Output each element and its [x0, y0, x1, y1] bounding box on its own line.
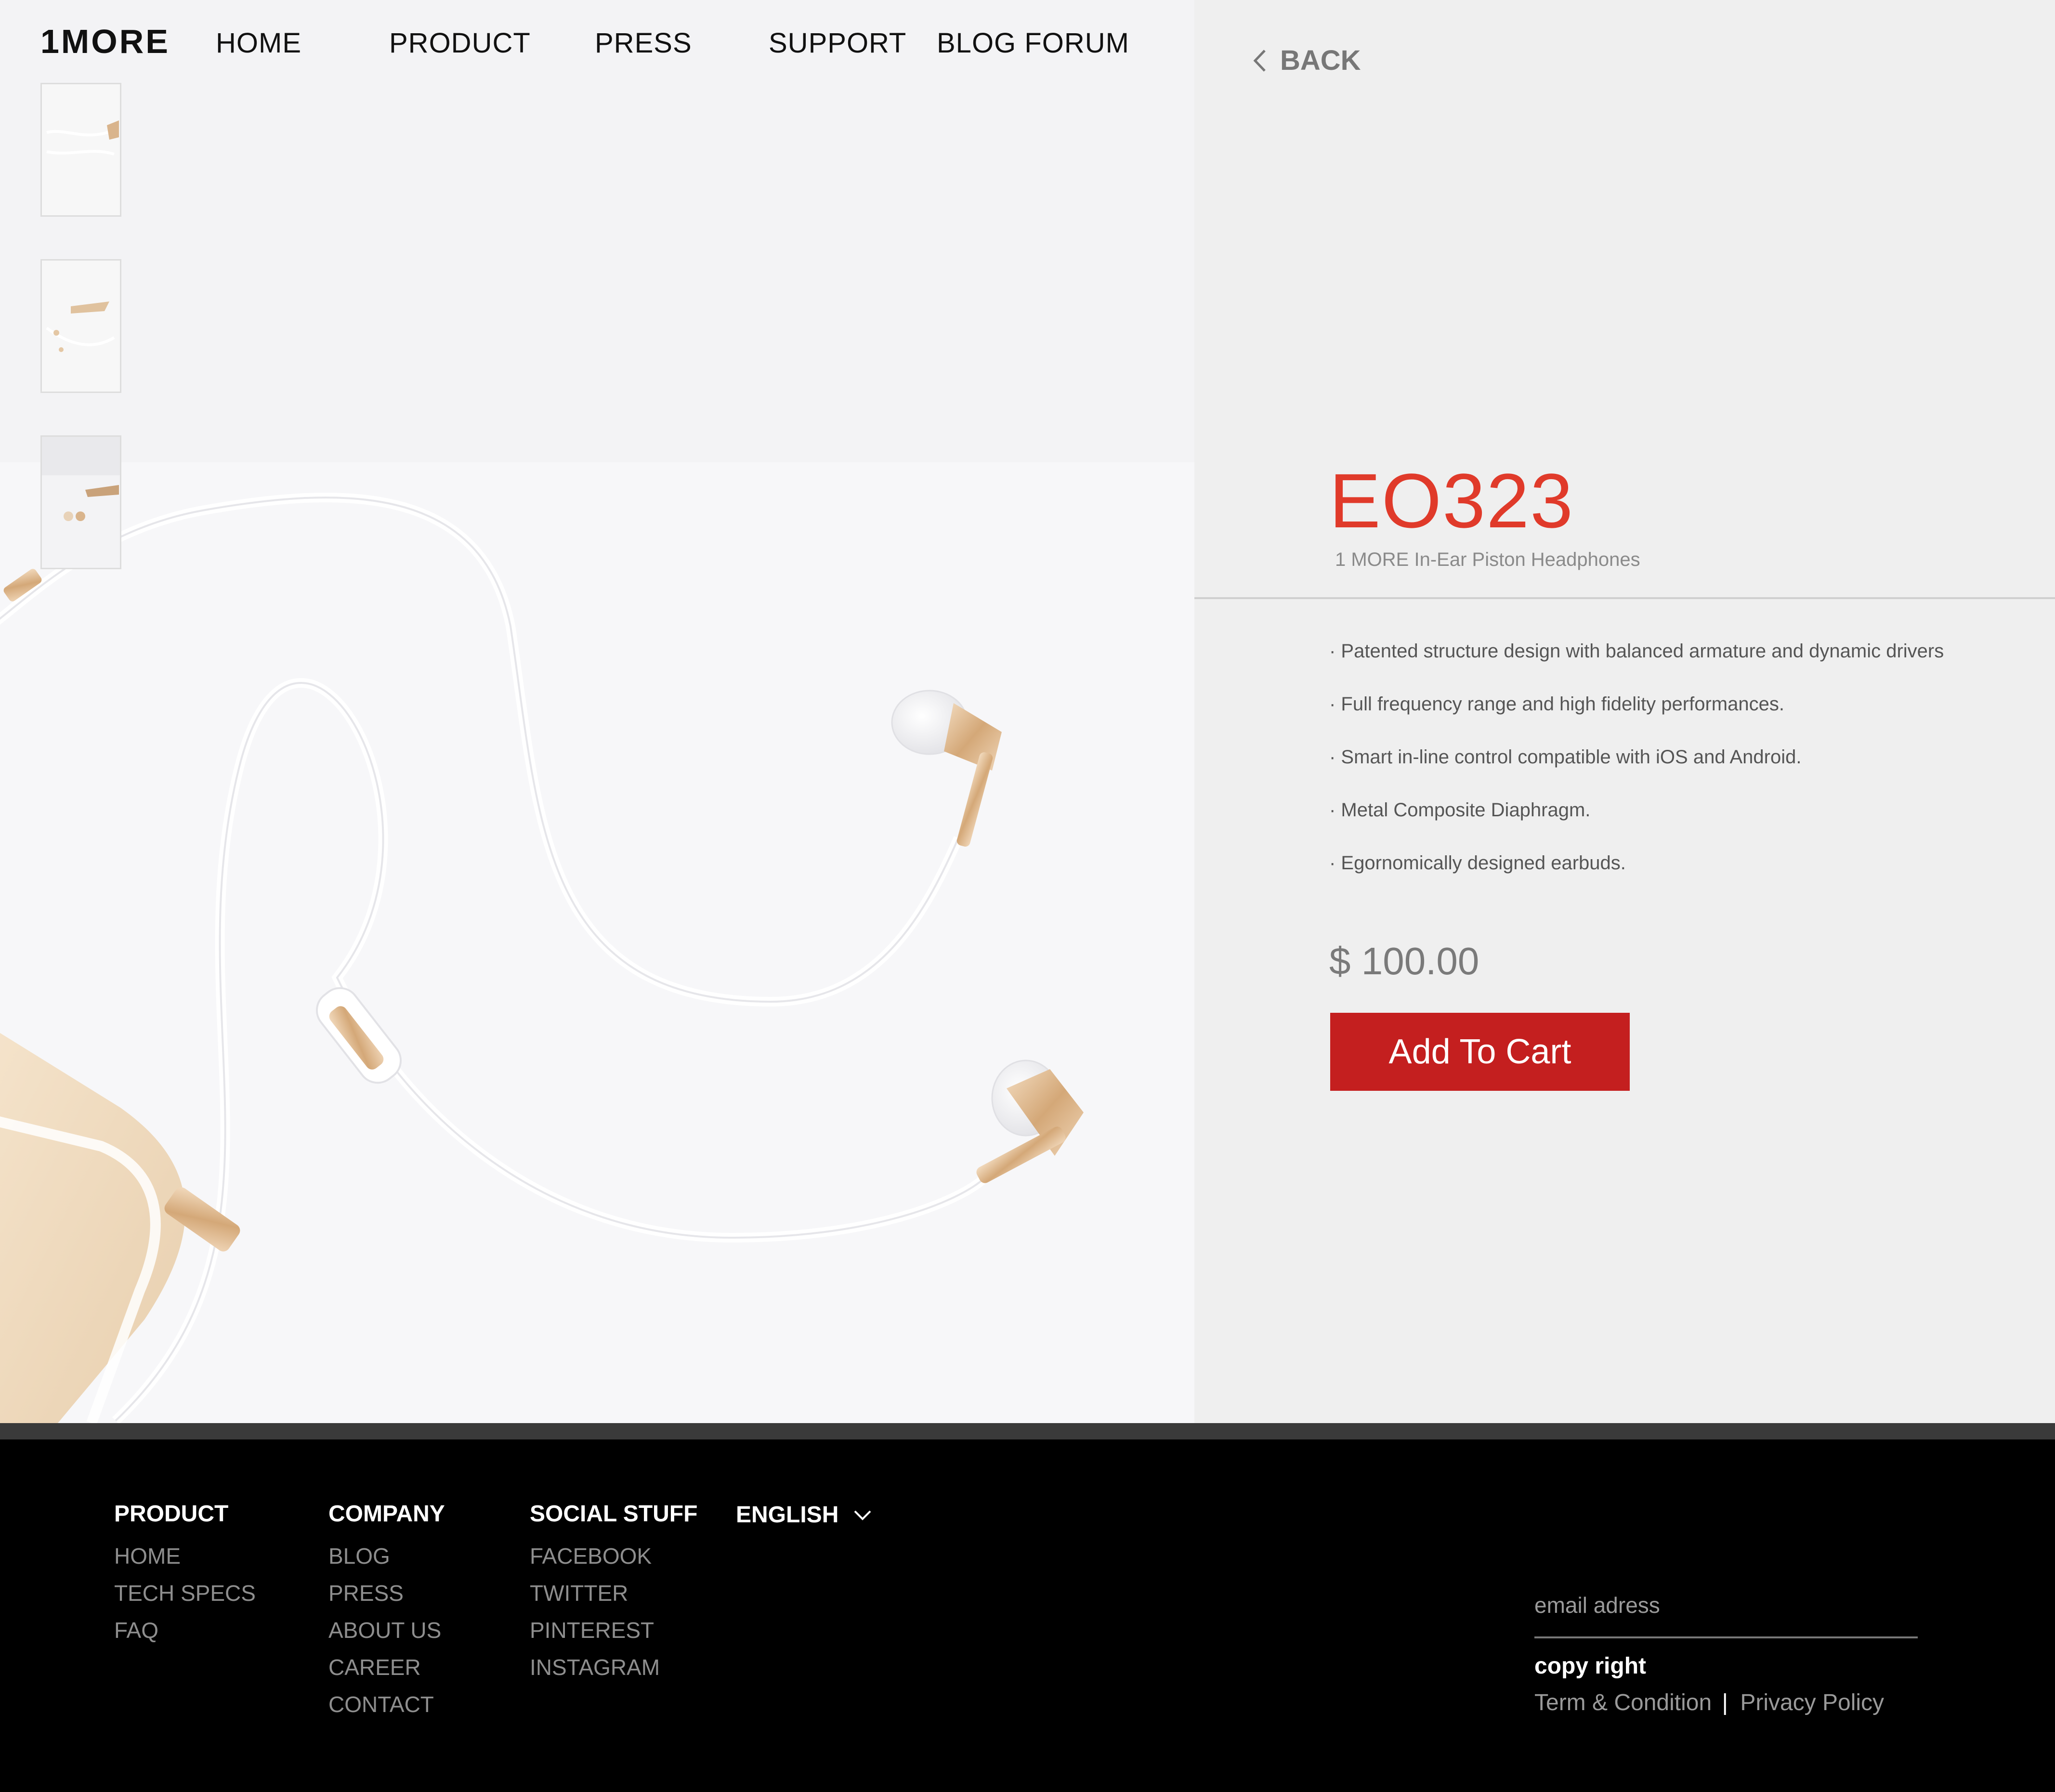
back-label: BACK [1280, 45, 1361, 76]
footer-product-column: PRODUCT HOME TECH SPECS FAQ [114, 1501, 256, 1649]
footer-link-blog[interactable]: BLOG [328, 1538, 445, 1575]
thumbnail-2[interactable] [40, 259, 121, 393]
legal-separator: | [1722, 1690, 1728, 1715]
language-selector[interactable]: ENGLISH [736, 1502, 872, 1528]
footer-link-career[interactable]: CAREER [328, 1649, 445, 1686]
nav-support[interactable]: SUPPORT [769, 27, 906, 59]
footer-link-about-us[interactable]: ABOUT US [328, 1612, 445, 1649]
footer-company-heading: COMPANY [328, 1501, 445, 1527]
footer-social-heading: SOCIAL STUFF [530, 1501, 698, 1527]
email-input[interactable] [1534, 1580, 1918, 1638]
nav-product[interactable]: PRODUCT [389, 27, 531, 59]
thumbnail-2-image [42, 261, 120, 392]
product-subtitle: 1 MORE In-Ear Piston Headphones [1335, 549, 1640, 570]
footer-link-faq[interactable]: FAQ [114, 1612, 256, 1649]
terms-link[interactable]: Term & Condition [1534, 1690, 1712, 1715]
feature-item: · Egornomically designed earbuds. [1329, 852, 1626, 874]
footer-top-strip [0, 1423, 2055, 1439]
thumbnail-1-image [42, 84, 120, 215]
footer-link-pinterest[interactable]: PINTEREST [530, 1612, 697, 1649]
chevron-left-icon [1253, 49, 1266, 72]
feature-item: · Patented structure design with balance… [1329, 641, 1944, 662]
brand-logo[interactable]: 1MORE [40, 25, 173, 60]
footer-social-column: SOCIAL STUFF FACEBOOK TWITTER PINTEREST … [530, 1501, 697, 1686]
product-model: EO323 [1329, 458, 1574, 544]
feature-item: · Full frequency range and high fidelity… [1329, 693, 1784, 715]
product-price: $ 100.00 [1329, 940, 1479, 982]
back-button[interactable]: BACK [1252, 44, 1361, 77]
footer-link-contact[interactable]: CONTACT [328, 1686, 445, 1723]
thumbnail-3-image [42, 437, 120, 568]
thumbnail-1[interactable] [40, 83, 121, 217]
footer-link-instagram[interactable]: INSTAGRAM [530, 1649, 697, 1686]
footer-link-home[interactable]: HOME [114, 1538, 256, 1575]
thumbnail-3[interactable] [40, 435, 121, 569]
feature-item: · Metal Composite Diaphragm. [1329, 799, 1591, 821]
nav-press[interactable]: PRESS [595, 27, 692, 59]
product-photo-area [0, 0, 1194, 1423]
legal-links: Term & Condition | Privacy Policy [1534, 1689, 1884, 1716]
svg-text:1MORE: 1MORE [40, 25, 170, 60]
language-label: ENGLISH [736, 1502, 839, 1528]
footer-link-press[interactable]: PRESS [328, 1575, 445, 1612]
add-to-cart-button[interactable]: Add To Cart [1330, 1013, 1630, 1091]
section-divider [1194, 597, 2055, 599]
nav-home[interactable]: HOME [216, 27, 301, 59]
footer-link-facebook[interactable]: FACEBOOK [530, 1538, 697, 1575]
footer-link-twitter[interactable]: TWITTER [530, 1575, 697, 1612]
copyright-text: copy right [1534, 1653, 1647, 1679]
footer-product-heading: PRODUCT [114, 1501, 229, 1527]
nav-blog-forum[interactable]: BLOG FORUM [937, 27, 1129, 59]
headphones-product-photo [0, 0, 1194, 1423]
footer-link-tech-specs[interactable]: TECH SPECS [114, 1575, 256, 1612]
chevron-down-icon [854, 1510, 871, 1520]
privacy-policy-link[interactable]: Privacy Policy [1740, 1690, 1884, 1715]
feature-item: · Smart in-line control compatible with … [1329, 746, 1802, 768]
footer-company-column: COMPANY BLOG PRESS ABOUT US CAREER CONTA… [328, 1501, 445, 1723]
